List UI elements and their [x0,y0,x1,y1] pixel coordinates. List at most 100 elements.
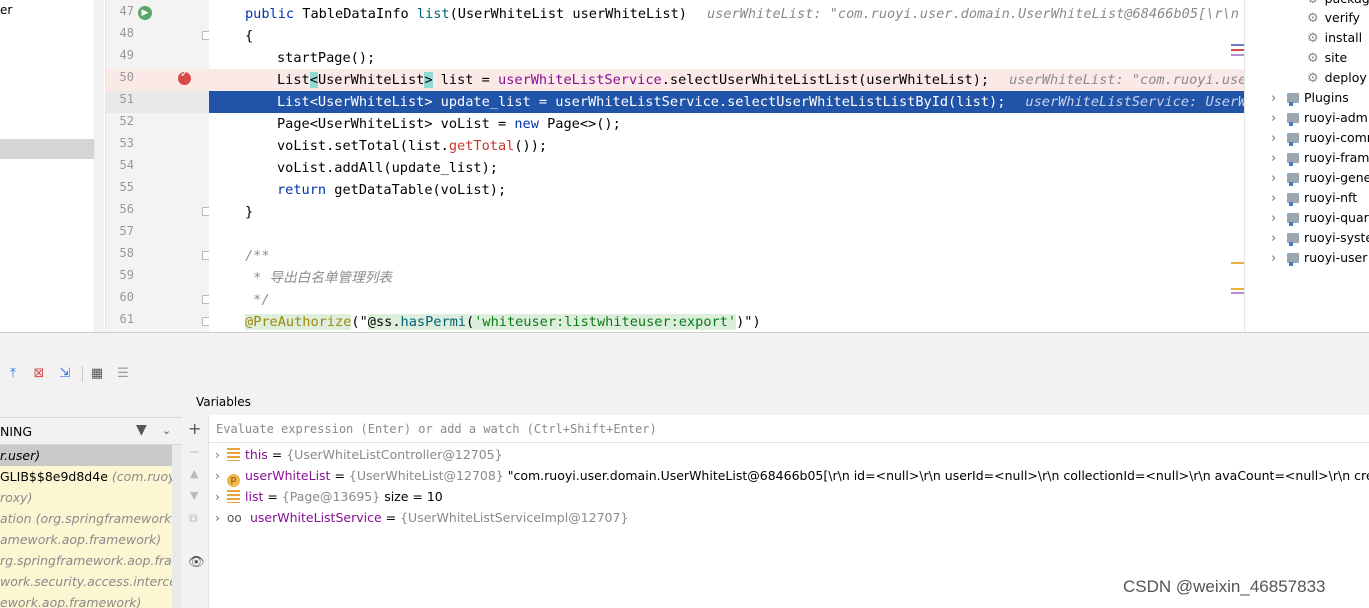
module-icon [1287,193,1299,206]
gear-icon: ⚙ [1307,71,1319,86]
frame-item[interactable]: work.security.access.intercept.ac [0,571,182,592]
gear-icon: ⚙ [1307,31,1319,46]
chevron-right-icon[interactable]: › [1271,109,1287,129]
tree-item-ruoyi-common[interactable]: ›ruoyi-common [1271,128,1369,148]
frame-item[interactable]: amework.aop.framework) [0,529,161,550]
remove-icon[interactable]: − [189,445,200,460]
code-line-51-current: List<UserWhiteList> update_list = userWh… [209,91,1244,113]
tree-item-ruoyi-admin[interactable]: ›ruoyi-admin [1271,108,1369,128]
move-down-icon[interactable]: ▼ [190,489,198,502]
debug-toolbar: ⤒ ⊠ ⇲ ▦ ☰ [0,361,1369,387]
run-to-cursor-icon[interactable]: ⇲ [56,365,74,383]
variable-row-userwhitelist[interactable]: › p userWhiteList = {UserWhiteList@12708} … [209,466,1369,487]
field-icon [227,448,240,461]
error-stripe-marker[interactable] [1231,54,1244,56]
line-number: 48 [119,26,134,40]
chevron-right-icon[interactable]: › [1271,209,1287,229]
add-watch-icon[interactable]: + [188,419,201,438]
line-number: 47 [119,4,134,18]
line-number: 53 [119,136,134,150]
tree-item-verify[interactable]: ⚙ verify [1307,8,1360,28]
variables-side-toolbar: + − ▲ ▼ ⧉ 👁 [183,415,209,608]
chevron-right-icon[interactable]: › [209,466,227,486]
tree-item-ruoyi-quartz[interactable]: ›ruoyi-quartz [1271,208,1369,228]
line-number: 54 [119,158,134,172]
code-line-52: Page<UserWhiteList> voList = new Page<>(… [277,116,621,132]
frame-item[interactable]: ation (org.springframework.aop. [0,508,182,529]
chevron-right-icon[interactable]: › [209,445,227,465]
move-up-icon[interactable]: ▲ [190,467,198,480]
tree-item-ruoyi-generator[interactable]: ›ruoyi-generator [1271,168,1369,188]
module-icon [1287,153,1299,166]
debug-run-icon[interactable]: ▶ [138,6,152,20]
line-number: 58 [119,246,134,260]
drop-frame-icon[interactable]: ⊠ [30,365,48,383]
code-line-53: voList.setTotal(list.getTotal()); [277,138,548,154]
left-panel-selected-row[interactable] [0,139,104,159]
error-stripe-marker[interactable] [1231,288,1244,290]
tree-item-ruoyi-system[interactable]: ›ruoyi-system [1271,228,1369,248]
tree-item-ruoyi-nft[interactable]: › ruoyi-nft [1271,188,1357,208]
gear-icon: ⚙ [1307,11,1319,26]
variable-row-this[interactable]: › this = {UserWhiteListController@12705} [209,445,503,465]
code-line-60: */ [245,292,270,308]
trace-stream-icon[interactable]: ☰ [114,365,132,383]
chevron-down-icon[interactable]: ⌄ [162,424,171,437]
watermark-text: CSDN @weixin_46857833 [1123,577,1326,596]
chevron-right-icon[interactable]: › [1271,149,1287,169]
frame-item[interactable]: ework.aop.framework) [0,592,141,608]
code-line-59: * 导出白名单管理列表 [245,270,392,286]
line-number: 61 [119,312,134,326]
left-panel-scrollbar[interactable] [94,0,104,332]
eye-icon[interactable]: 👁 [188,555,205,570]
code-editor[interactable]: public TableDataInfo list(UserWhiteList … [209,0,1244,332]
tree-item-install[interactable]: ⚙ install [1307,28,1362,48]
evaluate-table-icon[interactable]: ▦ [88,365,106,383]
module-icon [1287,213,1299,226]
editor-gutter: ▶ 47 48 49 50 51 52 53 54 55 56 57 58 59… [106,0,211,332]
field-icon [227,490,240,503]
error-stripe-marker[interactable] [1231,44,1244,46]
frames-scrollbar[interactable] [172,445,182,608]
chevron-right-icon[interactable]: › [209,508,227,528]
variable-row-userwhitelistservice[interactable]: › oo userWhiteListService = {UserWhiteList… [209,508,628,528]
copy-icon[interactable]: ⧉ [189,511,198,526]
inline-debug-hint: userWhiteListService: UserWhiteListServi… [1025,94,1244,110]
error-stripe-marker[interactable] [1231,49,1244,51]
variables-tab-title[interactable]: Variables [196,395,251,409]
chevron-right-icon[interactable]: › [209,487,227,507]
tree-item-site[interactable]: ⚙ site [1307,48,1347,68]
frame-item-selected[interactable]: r.user) [0,445,172,466]
chevron-right-icon[interactable]: › [1271,129,1287,149]
evaluate-expression-input[interactable]: Evaluate expression (Enter) or add a wat… [209,415,1369,443]
filter-icon[interactable]: ▼ [136,422,147,438]
frames-list: r.user) GLIB$$8e9d8d4e (com.ruoyi.we rox… [0,445,182,608]
code-line-49: startPage(); [277,50,376,66]
left-tool-window: er [0,0,106,332]
tree-item-deploy[interactable]: ⚙ deploy [1307,68,1367,88]
module-icon [1287,133,1299,146]
module-icon [1287,173,1299,186]
error-stripe-marker[interactable] [1231,262,1244,264]
chevron-right-icon[interactable]: › [1271,229,1287,249]
inline-debug-hint: userWhiteList: "com.ruoyi.user.domain.Us… [706,6,1239,22]
tree-item-ruoyi-framework[interactable]: ›ruoyi-framework [1271,148,1369,168]
frame-item[interactable]: GLIB$$8e9d8d4e (com.ruoyi.we [0,466,182,487]
thread-status-label[interactable]: NING [0,424,32,439]
frame-item[interactable]: roxy) [0,487,32,508]
step-out-icon[interactable]: ⤒ [4,365,22,383]
chevron-right-icon[interactable]: › [1271,249,1287,269]
chevron-right-icon[interactable]: › [1271,189,1287,209]
chevron-right-icon[interactable]: › [1271,89,1287,109]
frame-item[interactable]: rg.springframework.aop.framew [0,550,182,571]
code-line-48: { [245,28,254,44]
variable-row-list[interactable]: › list = {Page@13695} size = 10 [209,487,443,507]
breakpoint-icon[interactable] [178,69,191,85]
left-panel-text-fragment: er [0,3,13,17]
line-number: 59 [119,268,134,282]
line-number: 55 [119,180,134,194]
tree-item-ruoyi-user[interactable]: › ruoyi-user [1271,248,1367,268]
error-stripe-marker[interactable] [1231,292,1244,294]
tree-item-plugins[interactable]: › Plugins [1271,88,1349,108]
chevron-right-icon[interactable]: › [1271,169,1287,189]
